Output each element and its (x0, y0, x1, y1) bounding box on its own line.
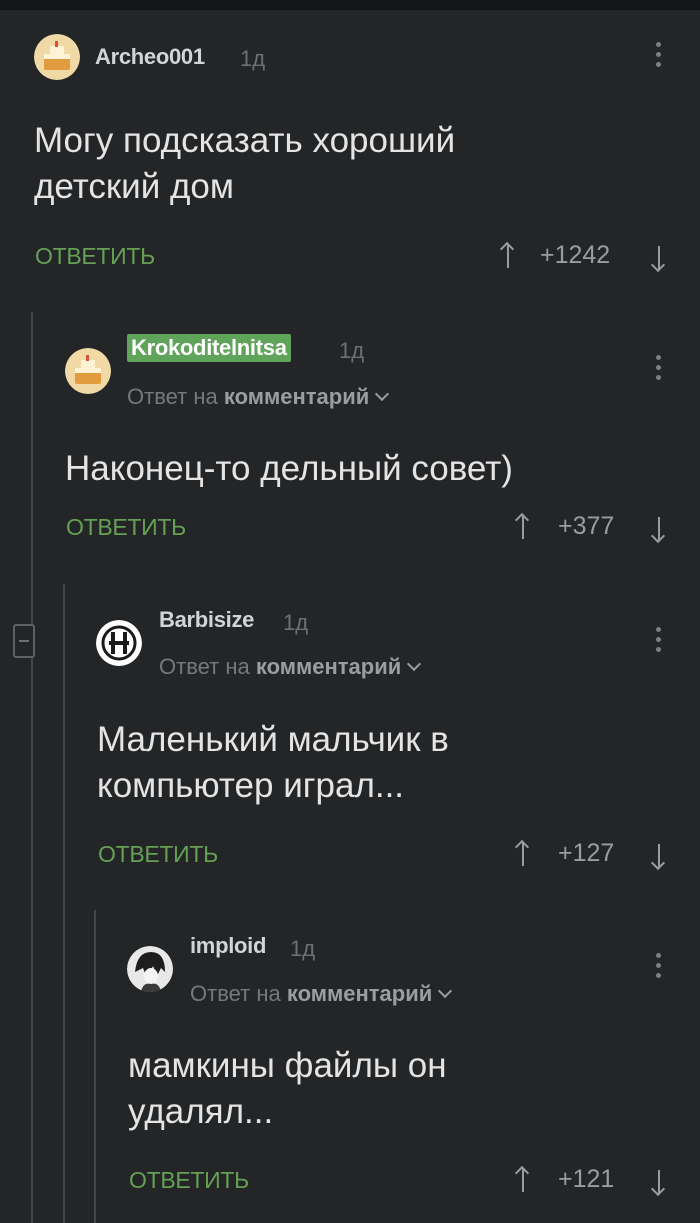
comment-text-line: мамкины файлы он (128, 1046, 447, 1085)
timestamp: 1д (240, 46, 266, 71)
reply-to-link[interactable]: Ответ на комментарий (190, 981, 453, 1007)
reply-to-target[interactable]: комментарий (256, 654, 401, 679)
rammstein-logo-avatar-icon[interactable] (96, 620, 142, 666)
rating-value: +121 (558, 1165, 615, 1193)
reply-button[interactable]: ОТВЕТИТЬ (66, 514, 186, 541)
downvote-arrow-icon[interactable] (658, 517, 660, 541)
collapse-thread-button[interactable] (13, 624, 35, 658)
timestamp: 1д (290, 936, 316, 961)
more-options-icon[interactable] (656, 42, 662, 70)
comment-text-line: удалял... (128, 1092, 274, 1131)
cake-avatar-icon[interactable] (65, 348, 111, 394)
reply-to-link[interactable]: Ответ на комментарий (159, 654, 422, 680)
thread-line-level-2 (63, 584, 65, 1223)
rating-value: +377 (558, 512, 615, 540)
comment-text: мамкины файлы он удалял... (128, 1043, 447, 1135)
upvote-arrow-icon[interactable] (522, 515, 524, 539)
comment-text-line: Наконец-то дельный совет) (65, 449, 513, 488)
upvote-arrow-icon[interactable] (522, 1168, 524, 1192)
upvote-arrow-icon[interactable] (522, 842, 524, 866)
thread-line-level-3 (94, 910, 96, 1223)
cake-avatar-icon[interactable] (34, 34, 80, 80)
username[interactable]: Krokoditelnitsa (127, 334, 291, 362)
username[interactable]: imploid (190, 933, 266, 959)
username[interactable]: Barbisize (159, 607, 254, 633)
comment-text-line: Могу подсказать хороший (34, 121, 456, 160)
comment-text-line: детский дом (34, 167, 234, 206)
comment-text-line: компьютер играл... (97, 766, 405, 805)
more-options-icon[interactable] (656, 953, 662, 981)
reply-to-prefix: Ответ на (159, 654, 250, 679)
thread-line-level-1 (31, 312, 33, 1223)
more-options-icon[interactable] (656, 627, 662, 655)
chevron-down-icon[interactable] (407, 656, 422, 672)
reply-to-prefix: Ответ на (127, 384, 218, 409)
comment-text: Наконец-то дельный совет) (65, 446, 513, 492)
reply-to-prefix: Ответ на (190, 981, 281, 1006)
username-badge[interactable]: Krokoditelnitsa (127, 334, 291, 362)
downvote-arrow-icon[interactable] (658, 844, 660, 868)
chevron-down-icon[interactable] (375, 386, 390, 402)
rating-value: +127 (558, 839, 615, 867)
anime-character-avatar-icon[interactable] (127, 946, 173, 992)
rating-value: +1242 (540, 241, 611, 269)
chevron-down-icon[interactable] (438, 983, 453, 999)
reply-button[interactable]: ОТВЕТИТЬ (35, 243, 155, 270)
more-options-icon[interactable] (656, 355, 662, 383)
reply-to-target[interactable]: комментарий (287, 981, 432, 1006)
upvote-arrow-icon[interactable] (507, 244, 509, 268)
reply-button[interactable]: ОТВЕТИТЬ (98, 841, 218, 868)
comment-text-line: Маленький мальчик в (97, 720, 449, 759)
timestamp: 1д (339, 338, 365, 363)
top-status-strip (0, 0, 700, 10)
timestamp: 1д (283, 610, 309, 635)
downvote-arrow-icon[interactable] (658, 1170, 660, 1194)
reply-to-link[interactable]: Ответ на комментарий (127, 384, 390, 410)
reply-button[interactable]: ОТВЕТИТЬ (129, 1167, 249, 1194)
comment-text: Могу подсказать хороший детский дом (34, 118, 455, 210)
comment-text: Маленький мальчик в компьютер играл... (97, 717, 449, 809)
username[interactable]: Archeo001 (95, 44, 205, 70)
downvote-arrow-icon[interactable] (658, 246, 660, 270)
reply-to-target[interactable]: комментарий (224, 384, 369, 409)
